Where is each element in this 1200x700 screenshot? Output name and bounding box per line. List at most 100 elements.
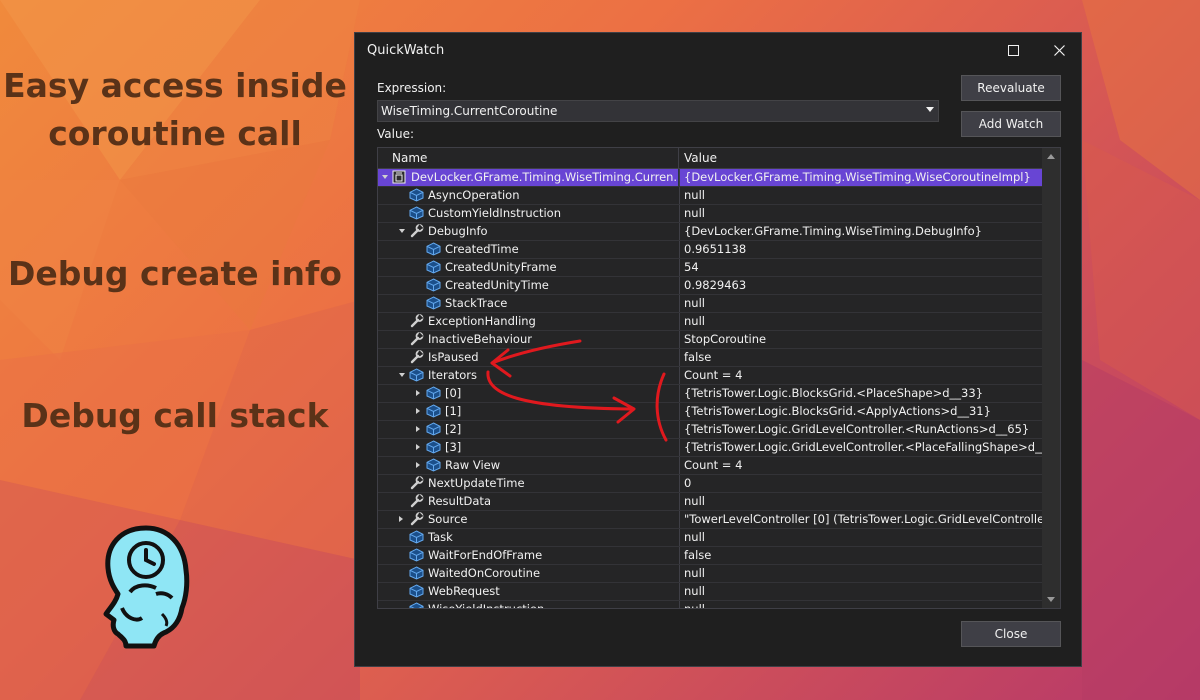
table-row[interactable]: ExceptionHandling null <box>378 313 1042 331</box>
collapse-arrow-icon[interactable] <box>399 229 405 233</box>
name-cell[interactable]: Source <box>378 511 678 528</box>
value-cell[interactable]: null <box>679 565 1043 582</box>
table-row[interactable]: IsPaused false <box>378 349 1042 367</box>
value-cell[interactable]: {DevLocker.GFrame.Timing.WiseTiming.Debu… <box>679 223 1043 240</box>
name-cell[interactable]: ResultData <box>378 493 678 510</box>
value-cell[interactable]: {DevLocker.GFrame.Timing.WiseTiming.Wise… <box>679 169 1043 186</box>
value-cell[interactable]: null <box>679 205 1043 222</box>
name-cell[interactable]: CreatedTime <box>378 241 678 258</box>
table-row[interactable]: WiseYieldInstruction null <box>378 601 1043 608</box>
scroll-up-icon[interactable] <box>1047 154 1055 159</box>
table-row[interactable]: DevLocker.GFrame.Timing.WiseTiming.Curre… <box>378 169 1043 187</box>
row-name: Source <box>428 512 468 526</box>
vertical-scrollbar[interactable] <box>1042 148 1060 608</box>
expand-arrow-icon[interactable] <box>416 390 420 396</box>
name-cell[interactable]: CreatedUnityTime <box>378 277 678 294</box>
table-row[interactable]: CustomYieldInstruction null <box>378 205 1042 223</box>
value-cell[interactable]: {TetrisTower.Logic.BlocksGrid.<PlaceShap… <box>679 385 1043 402</box>
name-cell[interactable]: Iterators <box>378 367 678 384</box>
table-row[interactable]: WaitForEndOfFrame false <box>378 547 1042 565</box>
value-cell[interactable]: StopCoroutine <box>679 331 1043 348</box>
value-cell[interactable]: "TowerLevelController [0] (TetrisTower.L… <box>679 511 1043 528</box>
table-row[interactable]: Iterators Count = 4 <box>378 367 1042 385</box>
table-row[interactable]: StackTrace null <box>378 295 1042 313</box>
table-row[interactable]: InactiveBehaviour StopCoroutine <box>378 331 1042 349</box>
collapse-arrow-icon[interactable] <box>399 373 405 377</box>
name-cell[interactable]: WaitForEndOfFrame <box>378 547 678 564</box>
value-cell[interactable]: null <box>679 529 1043 546</box>
value-cell[interactable]: {TetrisTower.Logic.BlocksGrid.<ApplyActi… <box>679 403 1043 420</box>
table-row[interactable]: NextUpdateTime 0 <box>378 475 1042 493</box>
table-row[interactable]: Raw View Count = 4 <box>378 457 1042 475</box>
column-header-value[interactable]: Value <box>684 151 717 165</box>
close-window-button[interactable] <box>1037 33 1081 67</box>
value-cell[interactable]: null <box>679 295 1043 312</box>
row-name: [3] <box>445 440 462 454</box>
expand-arrow-icon[interactable] <box>416 462 420 468</box>
name-cell[interactable]: DevLocker.GFrame.Timing.WiseTiming.Curre… <box>378 169 678 186</box>
table-row[interactable]: [0] {TetrisTower.Logic.BlocksGrid.<PlaceS… <box>378 385 1042 403</box>
value-cell[interactable]: {TetrisTower.Logic.GridLevelController.<… <box>679 421 1043 438</box>
value-cell[interactable]: 54 <box>679 259 1043 276</box>
value-cell[interactable]: null <box>679 187 1043 204</box>
value-cell[interactable]: 0.9651138 <box>679 241 1043 258</box>
table-row[interactable]: CreatedUnityTime 0.9829463 <box>378 277 1042 295</box>
table-row[interactable]: WebRequest null <box>378 583 1042 601</box>
name-cell[interactable]: DebugInfo <box>378 223 678 240</box>
scroll-down-icon[interactable] <box>1047 597 1055 602</box>
row-value: null <box>684 314 705 328</box>
name-cell[interactable]: ExceptionHandling <box>378 313 678 330</box>
value-cell[interactable]: 0 <box>679 475 1043 492</box>
table-row[interactable]: WaitedOnCoroutine null <box>378 565 1042 583</box>
value-cell[interactable]: false <box>679 547 1043 564</box>
value-cell[interactable]: Count = 4 <box>679 457 1043 474</box>
value-cell[interactable]: null <box>679 601 1043 608</box>
name-cell[interactable]: Raw View <box>378 457 678 474</box>
name-cell[interactable]: [1] <box>378 403 678 420</box>
value-cell[interactable]: {TetrisTower.Logic.GridLevelController.<… <box>679 439 1043 456</box>
name-cell[interactable]: WebRequest <box>378 583 678 600</box>
expression-combobox[interactable]: WiseTiming.CurrentCoroutine <box>377 100 939 122</box>
table-row[interactable]: CreatedTime 0.9651138 <box>378 241 1042 259</box>
value-cell[interactable]: null <box>679 313 1043 330</box>
value-cell[interactable]: null <box>679 493 1043 510</box>
name-cell[interactable]: CustomYieldInstruction <box>378 205 678 222</box>
name-cell[interactable]: [0] <box>378 385 678 402</box>
value-cell[interactable]: 0.9829463 <box>679 277 1043 294</box>
column-divider[interactable] <box>678 148 679 168</box>
expand-arrow-icon[interactable] <box>399 516 403 522</box>
table-row[interactable]: Source "TowerLevelController [0] (TetrisT… <box>378 511 1043 529</box>
reevaluate-button[interactable]: Reevaluate <box>961 75 1061 101</box>
collapse-arrow-icon[interactable] <box>382 175 388 179</box>
expand-arrow-icon[interactable] <box>416 444 420 450</box>
table-row[interactable]: [2] {TetrisTower.Logic.GridLevelControlle… <box>378 421 1042 439</box>
expand-arrow-icon[interactable] <box>416 426 420 432</box>
table-row[interactable]: [3] {TetrisTower.Logic.GridLevelControlle… <box>378 439 1043 457</box>
name-cell[interactable]: IsPaused <box>378 349 678 366</box>
name-cell[interactable]: Task <box>378 529 678 546</box>
table-row[interactable]: AsyncOperation null <box>378 187 1042 205</box>
maximize-button[interactable] <box>991 33 1035 67</box>
value-cell[interactable]: null <box>679 583 1043 600</box>
expand-arrow-icon[interactable] <box>416 408 420 414</box>
name-cell[interactable]: InactiveBehaviour <box>378 331 678 348</box>
name-cell[interactable]: [2] <box>378 421 678 438</box>
table-row[interactable]: DebugInfo {DevLocker.GFrame.Timing.WiseTi… <box>378 223 1042 241</box>
table-row[interactable]: ResultData null <box>378 493 1042 511</box>
table-row[interactable]: [1] {TetrisTower.Logic.BlocksGrid.<ApplyA… <box>378 403 1042 421</box>
name-cell[interactable]: AsyncOperation <box>378 187 678 204</box>
column-header-name[interactable]: Name <box>392 151 427 165</box>
table-row[interactable]: Task null <box>378 529 1042 547</box>
value-cell[interactable]: false <box>679 349 1043 366</box>
table-row[interactable]: CreatedUnityFrame 54 <box>378 259 1042 277</box>
name-cell[interactable]: WaitedOnCoroutine <box>378 565 678 582</box>
name-cell[interactable]: [3] <box>378 439 678 456</box>
add-watch-button[interactable]: Add Watch <box>961 111 1061 137</box>
name-cell[interactable]: CreatedUnityFrame <box>378 259 678 276</box>
name-cell[interactable]: NextUpdateTime <box>378 475 678 492</box>
dropdown-arrow-icon[interactable] <box>926 107 934 112</box>
close-button[interactable]: Close <box>961 621 1061 647</box>
name-cell[interactable]: StackTrace <box>378 295 678 312</box>
value-cell[interactable]: Count = 4 <box>679 367 1043 384</box>
name-cell[interactable]: WiseYieldInstruction <box>378 601 678 608</box>
